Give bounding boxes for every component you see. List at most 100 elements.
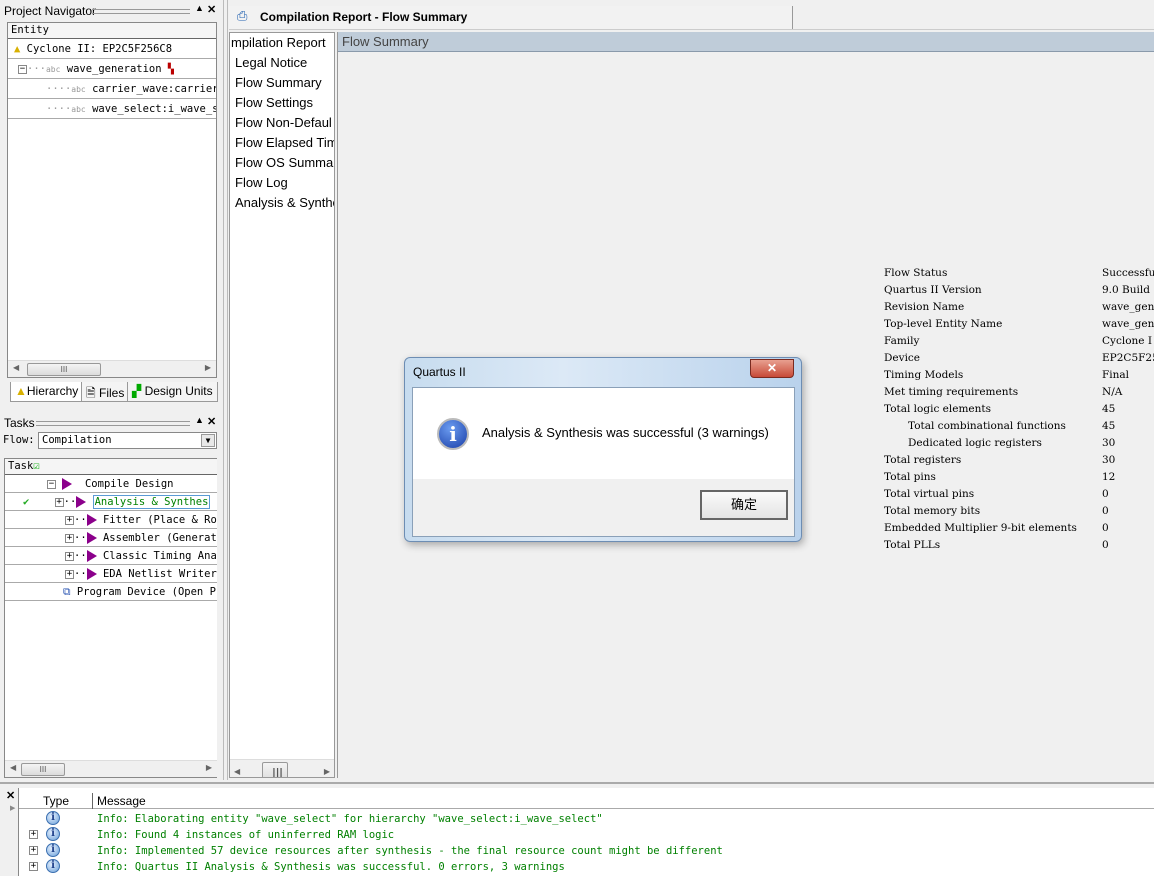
tree-item-wave-generation[interactable]: − ···abc wave_generation ▚ [8,59,216,79]
close-icon[interactable]: ✕ [207,415,216,428]
type-column-header[interactable]: Type [43,794,69,808]
expand-arrow-icon[interactable]: ▶ [10,804,15,812]
file-icon: 🗎 [86,386,96,400]
message-row[interactable]: i Info: Elaborating entity "wave_select" … [19,811,1154,827]
task-fitter[interactable]: + ·· Fitter (Place & Ro [5,511,217,529]
task-label: EDA Netlist Writer [102,568,217,580]
message-row[interactable]: + i Info: Quartus II Analysis & Synthesis … [19,859,1154,875]
expand-icon[interactable]: + [54,497,64,507]
programmer-icon[interactable]: ⧉ [63,586,71,598]
summary-value: 12 [1102,471,1116,483]
run-icon[interactable] [86,514,97,526]
ok-button[interactable]: 确定 [700,490,788,520]
report-item[interactable]: Analysis & Synthe [230,193,334,213]
expand-icon[interactable]: + [29,862,38,871]
report-item[interactable]: Flow Non-Defaul [230,113,334,133]
task-program-device[interactable]: ⧉ Program Device (Open P [5,583,217,601]
report-item[interactable]: Flow Summary [230,73,334,93]
quartus-dialog: Quartus II ✕ i Analysis & Synthesis was … [404,357,802,542]
summary-value: wave_gene [1102,318,1154,330]
horizontal-scrollbar[interactable]: ◀ III ▶ [5,760,217,777]
tab-hierarchy[interactable]: ▲Hierarchy [10,382,84,402]
horizontal-scrollbar[interactable]: ◀ III ▶ [8,360,216,377]
entity-tree: Entity ▲ Cyclone II: EP2C5F256C8 − ···abc… [7,22,217,378]
report-item[interactable]: mpilation Report [230,33,334,53]
entity-header: Entity [8,23,216,39]
run-icon[interactable] [86,550,97,562]
expand-icon[interactable]: + [65,533,74,543]
message-row[interactable]: + i Info: Implemented 57 device resources … [19,843,1154,859]
summary-key: Total memory bits [884,505,981,517]
message-column-header[interactable]: Message [97,794,146,808]
summary-key: Total registers [884,454,962,466]
report-item[interactable]: Legal Notice [230,53,334,73]
tab-design-units[interactable]: ▞ Design Units [127,382,218,402]
flow-select-value: Compilation [42,434,112,446]
expand-icon[interactable]: + [29,830,38,839]
tab-files[interactable]: 🗎 Files [81,382,130,402]
panel-grip[interactable] [36,421,190,426]
abc-entity-icon: abc [45,65,61,74]
task-eda-netlist[interactable]: + ·· EDA Netlist Writer [5,565,217,583]
tree-item-carrier-wave[interactable]: ····abc carrier_wave:carrier_w [8,79,216,99]
close-icon[interactable]: ✕ [207,3,216,16]
collapse-icon[interactable]: − [18,64,27,74]
close-icon[interactable]: ✕ [6,789,15,802]
summary-value: 9.0 Build [1102,284,1150,296]
summary-key: Embedded Multiplier 9-bit elements [884,522,1077,534]
abc-entity-icon: abc [71,85,86,94]
summary-value: 0 [1102,522,1109,534]
dialog-close-button[interactable]: ✕ [750,359,794,378]
message-text: Info: Quartus II Analysis & Synthesis wa… [97,861,565,873]
task-assembler[interactable]: + ·· Assembler (Generat [5,529,217,547]
report-tab-title: Compilation Report - Flow Summary [260,10,468,24]
splitter[interactable] [223,0,228,780]
tree-item-wave-select[interactable]: ····abc wave_select:i_wave_sel [8,99,216,119]
info-icon: i [46,859,60,873]
summary-key: Flow Status [884,267,948,279]
checkbox-icon: ☑ [33,460,40,472]
expand-icon[interactable]: + [29,846,38,855]
task-label: Assembler (Generat [102,532,217,544]
pin-icon[interactable]: ▲ [195,415,204,425]
report-tab[interactable]: ⎙ Compilation Report - Flow Summary [229,6,793,29]
summary-key: Total virtual pins [884,488,975,500]
summary-value: 45 [1102,403,1116,415]
collapse-icon[interactable]: − [47,479,56,489]
tree-item-label: wave_select:i_wave_sel [92,103,216,115]
tree-item-device[interactable]: ▲ Cyclone II: EP2C5F256C8 [8,39,216,59]
hierarchy-icon: ▚ [167,64,174,75]
horizontal-scrollbar[interactable]: ◀ III ▶ [230,759,334,777]
info-icon: i [46,843,60,857]
pin-icon[interactable]: ▲ [195,3,204,13]
report-item[interactable]: Flow Elapsed Tim [230,133,334,153]
expand-icon[interactable]: + [65,515,74,525]
flow-select[interactable]: Compilation ▼ [38,432,217,449]
report-item[interactable]: Flow OS Summar [230,153,334,173]
task-timing[interactable]: + ·· Classic Timing Anal [5,547,217,565]
summary-value: Final [1102,369,1130,381]
expand-icon[interactable]: + [65,551,74,561]
abc-entity-icon: abc [71,105,86,114]
summary-key: Met timing requirements [884,386,1019,398]
design-units-icon: ▞ [132,384,142,398]
report-item[interactable]: Flow Log [230,173,334,193]
task-analysis-synthesis[interactable]: ✔ + ·· Analysis & Synthes [5,493,217,511]
run-icon[interactable] [86,532,97,544]
expand-icon[interactable]: + [65,569,74,579]
task-compile-design[interactable]: − Compile Design [5,475,217,493]
run-icon[interactable] [62,478,73,490]
summary-key: Total logic elements [884,403,991,415]
tree-item-label: carrier_wave:carrier_w [92,83,216,95]
panel-grip[interactable] [92,9,190,14]
run-icon[interactable] [76,496,87,508]
dropdown-arrow-icon[interactable]: ▼ [201,434,215,447]
tab-label: Files [99,386,125,400]
tree-item-label: Cyclone II: EP2C5F256C8 [26,43,173,55]
warning-chip-icon: ▲ [14,43,21,55]
report-tree: mpilation Report Legal Notice Flow Summa… [229,32,335,778]
message-row[interactable]: + i Info: Found 4 instances of uninferred … [19,827,1154,843]
report-item[interactable]: Flow Settings [230,93,334,113]
task-label: Program Device (Open P [76,586,216,598]
run-icon[interactable] [86,568,97,580]
